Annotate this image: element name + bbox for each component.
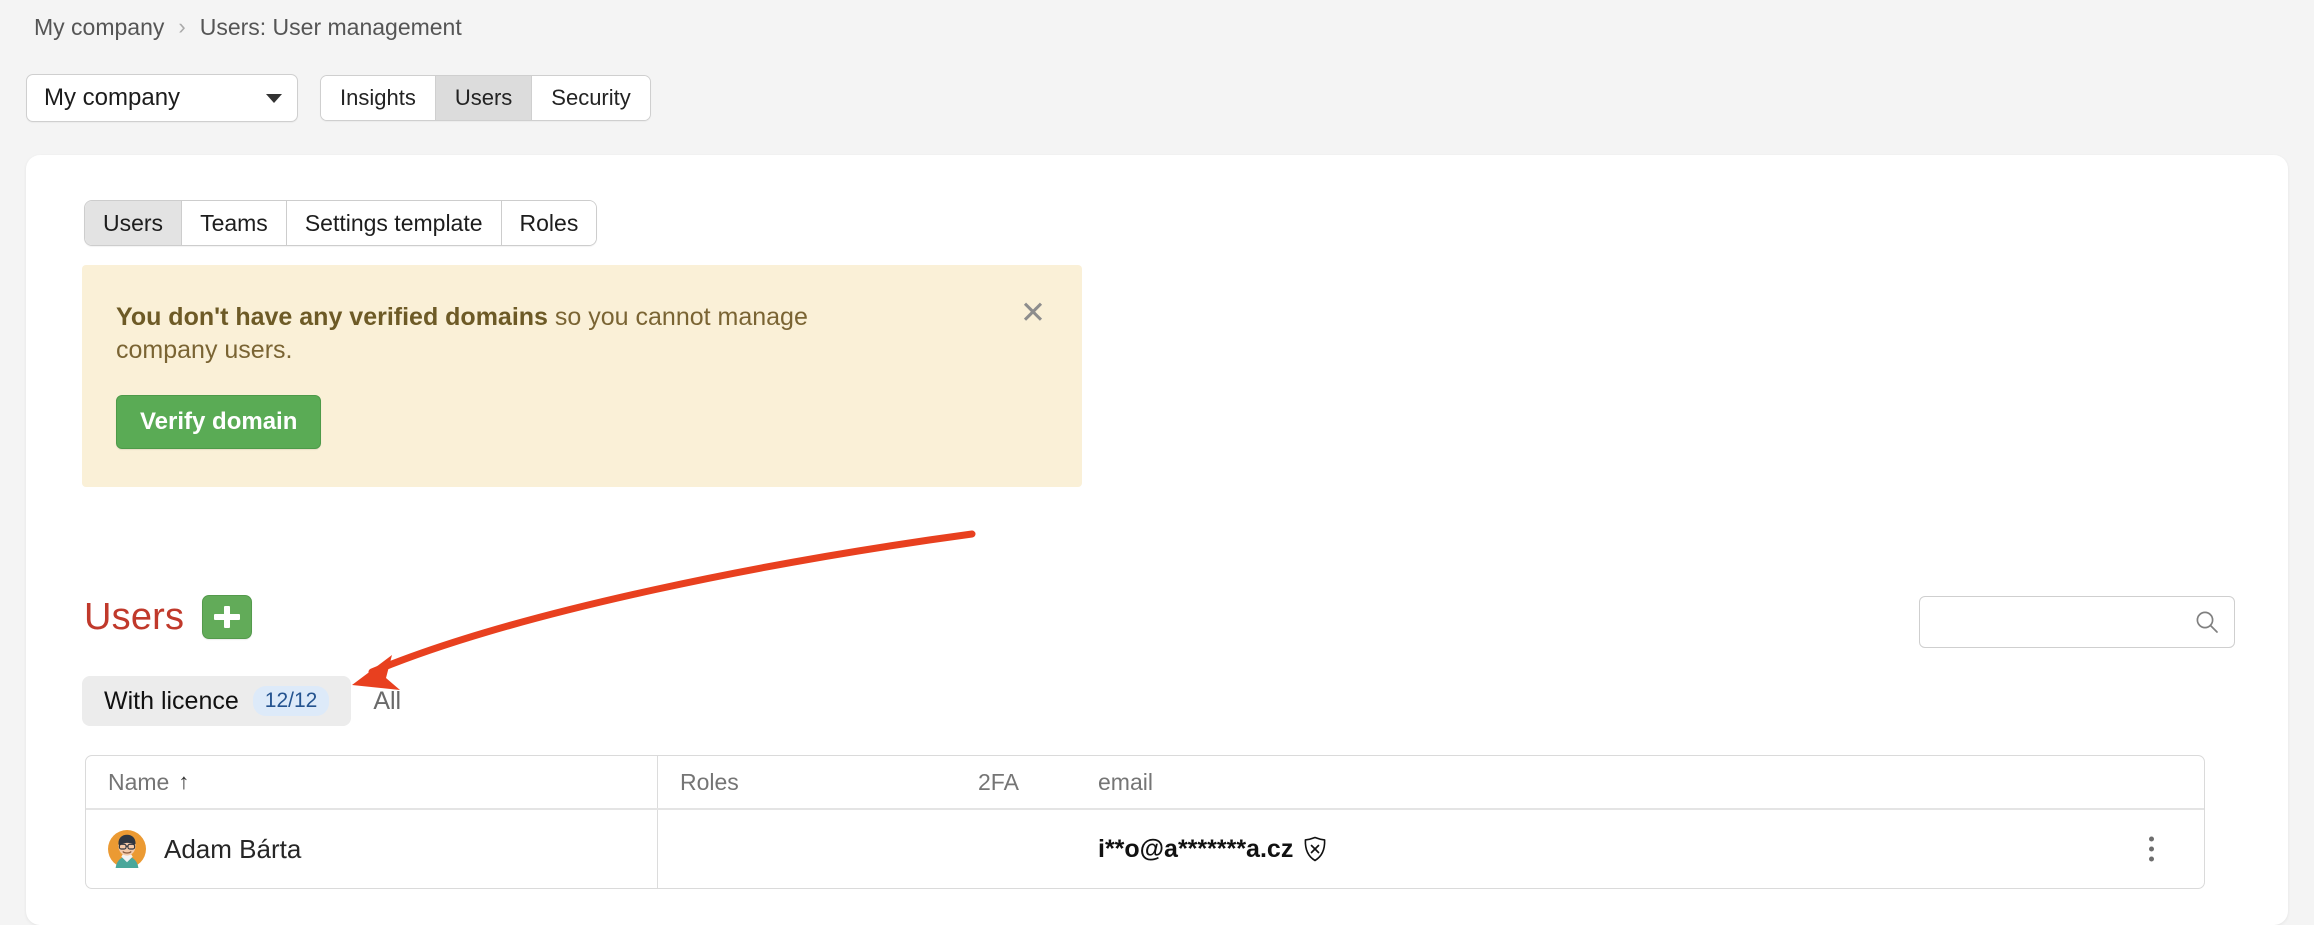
users-heading: Users [84,595,253,639]
close-icon[interactable]: ✕ [1020,297,1046,328]
column-header-email[interactable]: email [1076,756,2204,808]
user-name: Adam Bárta [164,833,302,864]
tab-users-inner[interactable]: Users [85,201,183,245]
table-row[interactable]: Adam Bárta i**o@a*******a.cz [86,810,2204,888]
tab-settings-template[interactable]: Settings template [286,201,502,245]
verify-domain-button[interactable]: Verify domain [116,395,322,449]
breadcrumb-item-current: Users: User management [199,14,462,40]
add-user-button[interactable] [202,595,253,639]
tab-users-inner-label: Users [103,209,164,236]
shield-x-icon[interactable] [1303,836,1327,862]
top-bar: My company Insights Users Security [26,74,651,122]
kebab-dot [2149,856,2154,862]
search-box[interactable] [1919,596,2235,648]
banner-message-bold: You don't have any verified domains [116,303,548,331]
tab-roles[interactable]: Roles [501,201,597,245]
tab-insights-label: Insights [340,85,416,110]
company-select-value: My company [44,84,181,111]
tab-security-label: Security [551,85,631,110]
search-icon [2196,611,2218,633]
column-header-2fa-label: 2FA [978,768,1019,795]
breadcrumb: My company › Users: User management [34,14,462,41]
column-header-roles[interactable]: Roles [658,756,956,808]
filter-with-licence-count: 12/12 [252,686,330,716]
verify-domain-banner: ✕ You don't have any verified domains so… [82,265,1082,487]
company-select[interactable]: My company [26,74,298,122]
filter-with-licence[interactable]: With licence 12/12 [82,676,352,726]
tab-teams[interactable]: Teams [182,201,287,245]
column-header-roles-label: Roles [680,768,739,795]
column-header-email-label: email [1098,768,1153,795]
section-tabs: Insights Users Security [320,75,651,121]
tab-users-label: Users [454,85,513,110]
search-input[interactable] [1920,597,2234,647]
row-menu-button[interactable] [2149,836,2154,862]
cell-email: i**o@a*******a.cz [1076,810,2204,888]
page-title: Users [84,595,185,638]
tab-security[interactable]: Security [532,76,650,120]
column-header-2fa[interactable]: 2FA [956,756,1076,808]
cell-2fa [956,810,1076,888]
user-management-tabs: Users Teams Settings template Roles [84,200,598,246]
breadcrumb-item-company[interactable]: My company [34,14,164,41]
tab-teams-label: Teams [200,209,268,236]
table-header-row: Name ↑ Roles 2FA email [86,756,2204,810]
tab-users[interactable]: Users [435,76,533,120]
users-table: Name ↑ Roles 2FA email Adam Bárta i**o@a… [85,755,2205,889]
sort-ascending-icon: ↑ [178,769,190,794]
filter-with-licence-label: With licence [104,686,239,715]
column-header-name[interactable]: Name ↑ [86,756,658,808]
kebab-dot [2149,846,2154,852]
cell-roles [658,810,956,888]
tab-settings-template-label: Settings template [304,209,483,236]
chevron-down-icon [266,93,282,103]
tab-insights[interactable]: Insights [321,76,436,120]
licence-filter-group: With licence 12/12 All [82,676,423,726]
banner-message: You don't have any verified domains so y… [116,301,916,367]
filter-all[interactable]: All [351,676,423,726]
cell-name: Adam Bárta [86,810,658,888]
user-email: i**o@a*******a.cz [1098,834,1294,863]
tab-roles-label: Roles [519,209,579,236]
filter-all-label: All [373,686,402,715]
breadcrumb-separator-icon: › [178,13,186,39]
column-header-name-label: Name [108,768,170,795]
avatar [108,830,146,868]
kebab-dot [2149,836,2154,842]
